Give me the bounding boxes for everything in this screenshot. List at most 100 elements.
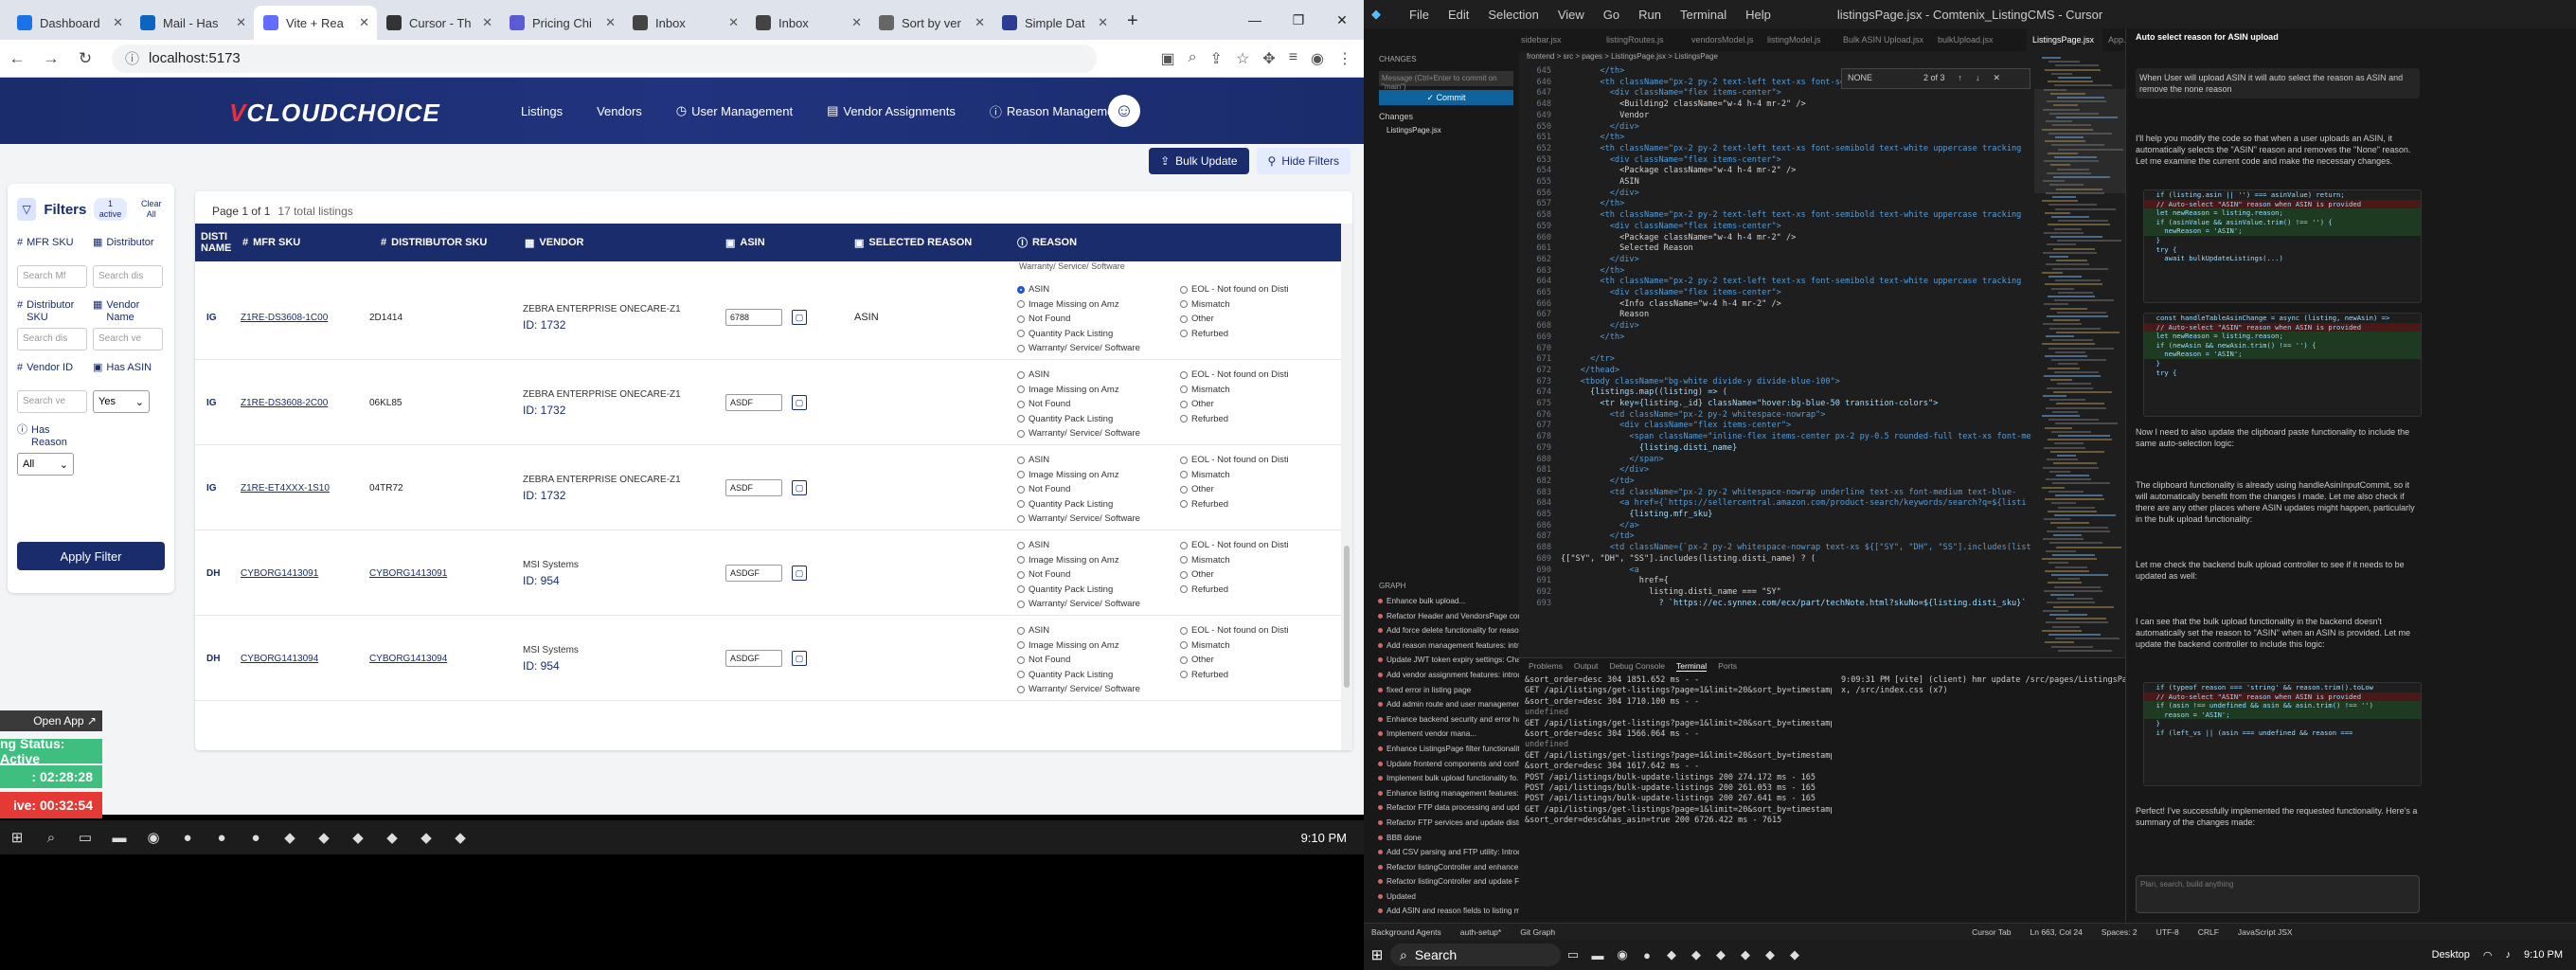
app-icon[interactable]: ◆ — [1758, 947, 1782, 962]
status-item[interactable]: Spaces: 2 — [2102, 927, 2138, 937]
table-row[interactable]: IG Z1RE-ET4XXX-1S10 04TR72 ZEBRA ENTERPRISE… — [195, 445, 1341, 530]
commit-item[interactable]: Add vendor assignment features: introd..… — [1373, 668, 1519, 683]
vendor-id-input[interactable]: Search ve — [17, 390, 87, 413]
reason-radio[interactable]: Mismatch — [1180, 297, 1289, 313]
reason-radio[interactable]: Not Found — [1017, 397, 1140, 412]
reason-radio[interactable]: Refurbed — [1180, 412, 1289, 427]
save-icon[interactable]: ▢ — [792, 480, 807, 495]
commit-item[interactable]: Implement bulk upload functionality fo..… — [1373, 771, 1519, 786]
browser-tab[interactable]: Cursor - Th ✕ — [377, 6, 500, 40]
status-item[interactable]: Cursor Tab — [1972, 927, 2011, 937]
app-icon[interactable]: ◆ — [1684, 947, 1708, 962]
radio-icon[interactable] — [1017, 626, 1025, 635]
radio-icon[interactable] — [1180, 285, 1188, 294]
reason-radio[interactable]: ASIN — [1017, 368, 1140, 383]
reason-radio[interactable]: Other — [1180, 312, 1289, 327]
mfr-sku-link[interactable]: Z1RE-DS3608-1C00 — [241, 313, 328, 323]
editor-tab[interactable]: Bulk ASIN Upload.jsx — [1837, 28, 1932, 51]
asin-input[interactable]: ASDGF — [725, 565, 782, 582]
code-editor[interactable]: frontend > src > pages > ListingsPage.js… — [1519, 51, 2034, 657]
reason-radio[interactable]: EOL - Not found on Disti — [1180, 538, 1289, 553]
reason-radio[interactable]: ASIN — [1017, 623, 1140, 638]
close-tab-icon[interactable]: ✕ — [113, 15, 123, 30]
commit-item[interactable]: Refactor listingController and update F.… — [1373, 874, 1519, 889]
app-icon[interactable]: ◆ — [1782, 947, 1807, 962]
close-icon[interactable]: ✕ — [1994, 73, 2001, 84]
panel-tab[interactable]: Ports — [1718, 661, 1737, 671]
app-icon[interactable]: ◆ — [409, 820, 443, 854]
nav-vendor-assignments[interactable]: ▤ Vendor Assignments — [827, 103, 956, 118]
radio-icon[interactable] — [1180, 626, 1188, 635]
desktop-label[interactable]: Desktop — [2432, 949, 2470, 961]
radio-icon[interactable] — [1017, 585, 1025, 594]
radio-icon[interactable] — [1180, 400, 1188, 408]
site-info-icon[interactable]: ⓘ — [125, 48, 139, 68]
radio-icon[interactable] — [1017, 656, 1025, 664]
reason-radio[interactable]: Not Found — [1017, 312, 1140, 327]
mfr-sku-input[interactable]: Search Mf — [17, 265, 87, 288]
radio-icon[interactable] — [1180, 570, 1188, 579]
new-tab-icon[interactable]: + — [1127, 10, 1138, 32]
app-icon[interactable]: ◆ — [341, 820, 375, 854]
radio-icon[interactable] — [1180, 541, 1188, 549]
radio-icon[interactable] — [1017, 300, 1025, 309]
app-icon[interactable]: ● — [239, 820, 273, 854]
explorer-icon[interactable]: ▬ — [102, 820, 136, 854]
radio-icon[interactable] — [1017, 641, 1025, 650]
commit-item[interactable]: Add ASIN and reason fields to listing m.… — [1373, 904, 1519, 919]
app-icon[interactable]: ◆ — [443, 820, 477, 854]
radio-icon[interactable] — [1017, 500, 1025, 509]
close-tab-icon[interactable]: ✕ — [482, 15, 492, 30]
find-input[interactable]: NONE — [1848, 73, 1872, 84]
reason-radio[interactable]: EOL - Not found on Disti — [1180, 282, 1289, 297]
mfr-sku-link[interactable]: CYBORG1413091 — [241, 568, 318, 579]
volume-icon[interactable]: ♪ — [2506, 949, 2512, 961]
editor-tab[interactable]: sidebar.jsx — [1515, 28, 1601, 51]
wifi-icon[interactable]: ◠ — [2483, 949, 2493, 961]
commit-item[interactable]: Enhance bulk upload... — [1373, 594, 1519, 609]
reason-radio[interactable]: EOL - Not found on Disti — [1180, 368, 1289, 383]
browser-tab[interactable]: Vite + Rea ✕ — [254, 6, 377, 40]
reason-radio[interactable]: Image Missing on Amz — [1017, 638, 1140, 654]
radio-icon[interactable] — [1017, 485, 1025, 494]
reload-icon[interactable]: ↻ — [68, 49, 102, 68]
table-row[interactable]: IG Z1RE-DS3608-1C00 2D1414 ZEBRA ENTERPRISE… — [195, 275, 1341, 360]
terminal-output-vite[interactable]: 9:09:31 PM [vite] (client) hmr update /s… — [1841, 675, 2125, 697]
browser-tab[interactable]: Inbox ✕ — [623, 6, 746, 40]
commit-item[interactable]: Add admin route and user management... — [1373, 697, 1519, 712]
commit-item[interactable]: Enhance backend security and error ha... — [1373, 712, 1519, 728]
radio-icon[interactable] — [1017, 415, 1025, 423]
reason-radio[interactable]: Mismatch — [1180, 553, 1289, 568]
status-item[interactable]: Ln 663, Col 24 — [2030, 927, 2083, 937]
terminal-output[interactable]: &sort_order=desc 304 1851.652 ms - - GET … — [1519, 675, 1832, 826]
zoom-icon[interactable]: ⌕ — [1189, 49, 1197, 68]
commit-item[interactable]: Enhance ListingsPage filter functionalit… — [1373, 742, 1519, 757]
commit-item[interactable]: Update JWT token expiry settings: Cha... — [1373, 653, 1519, 668]
commit-item[interactable]: Update frontend components and confi... — [1373, 757, 1519, 772]
reason-radio[interactable]: Image Missing on Amz — [1017, 553, 1140, 568]
radio-icon[interactable] — [1017, 285, 1025, 294]
table-row[interactable]: DH CYBORG1413091 CYBORG1413091 MSI Systems I… — [195, 530, 1341, 616]
chrome-icon[interactable]: ◉ — [1610, 947, 1635, 962]
reason-radio[interactable]: Not Found — [1017, 482, 1140, 497]
radio-icon[interactable] — [1017, 314, 1025, 323]
app-icon[interactable]: ● — [170, 820, 205, 854]
radio-icon[interactable] — [1017, 400, 1025, 408]
col-disti-name[interactable]: DISTI NAME — [201, 224, 239, 261]
nav-reason-management[interactable]: ⓘ Reason Management — [990, 102, 1124, 120]
mfr-sku-link[interactable]: Z1RE-ET4XXX-1S10 — [241, 483, 330, 494]
editor-tab[interactable]: listingRoutes.js — [1601, 28, 1686, 51]
browser-tab[interactable]: Dashboard ✕ — [8, 6, 131, 40]
reason-radio[interactable]: EOL - Not found on Disti — [1180, 453, 1289, 468]
browser-tab[interactable]: Inbox ✕ — [746, 6, 869, 40]
menu-item[interactable]: Edit — [1448, 8, 1469, 22]
commit-item[interactable]: Enhance listing management features: l..… — [1373, 786, 1519, 801]
commit-item[interactable]: Refactor Header and VendorsPage com... — [1373, 609, 1519, 624]
search-icon[interactable]: ⌕ — [34, 820, 68, 854]
reason-radio[interactable]: Refurbed — [1180, 327, 1289, 342]
status-item[interactable]: Git Graph — [1520, 927, 1555, 937]
close-tab-icon[interactable]: ✕ — [975, 15, 985, 30]
status-item[interactable]: CRLF — [2198, 927, 2219, 937]
scrollbar-thumb[interactable] — [1344, 546, 1350, 688]
close-tab-icon[interactable]: ✕ — [851, 15, 862, 30]
